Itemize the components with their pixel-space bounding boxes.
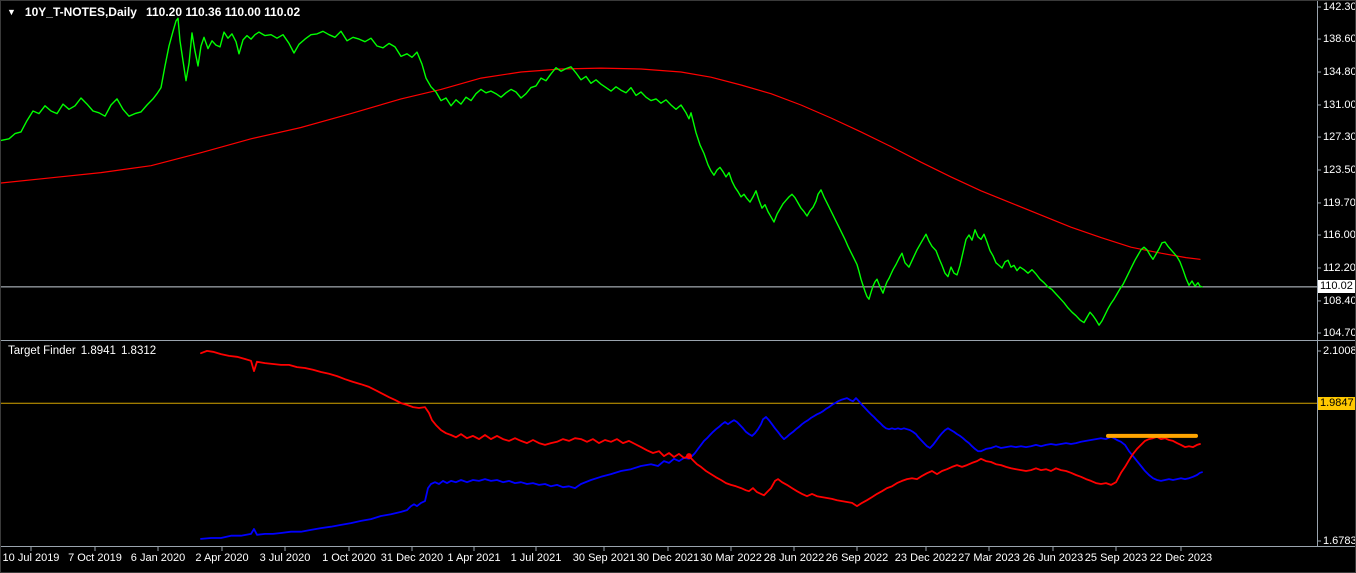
main-price-axis-label: 116.00	[1323, 229, 1356, 242]
date-axis-label: 1 Jul 2021	[510, 552, 562, 564]
date-axis-label: 10 Jul 2019	[2, 552, 60, 564]
main-price-axis-label: 134.80	[1323, 66, 1356, 79]
triangle-down-icon: ▼	[7, 7, 16, 17]
current-price-tag: 110.02	[1318, 280, 1355, 294]
ohlc-values: 110.20 110.36 110.00 110.02	[145, 5, 301, 19]
chart-window: ▼ 10Y_T-NOTES,Daily 110.20 110.36 110.00…	[0, 0, 1356, 573]
main-price-axis-label: 112.20	[1323, 261, 1356, 274]
main-price-axis-label: 104.70	[1323, 327, 1356, 339]
date-axis-label: 7 Oct 2019	[68, 552, 122, 564]
main-price-axis-label: 142.30	[1323, 1, 1356, 13]
symbol-period-label: 10Y_T-NOTES,Daily	[24, 5, 137, 19]
date-axis-label: 3 Jul 2020	[259, 552, 311, 564]
main-price-axis-label: 123.50	[1323, 164, 1356, 176]
date-axis-label: 30 Sep 2021	[572, 552, 636, 564]
indicator-value-red: 1.8941	[80, 345, 116, 357]
date-axis-label: 26 Jun 2023	[1022, 552, 1084, 564]
indicator-name: Target Finder	[8, 345, 76, 357]
date-axis-label: 22 Dec 2023	[1149, 552, 1213, 564]
main-price-axis-label: 131.00	[1323, 98, 1356, 111]
level-price-tag: 1.9847	[1318, 396, 1355, 410]
indicator-title: Target Finder 1.8941 1.8312	[8, 345, 156, 357]
main-price-axis-label: 108.40	[1323, 294, 1356, 307]
date-axis-label: 23 Dec 2022	[894, 552, 958, 564]
date-axis-label: 30 Dec 2021	[636, 552, 700, 564]
chart-title: ▼ 10Y_T-NOTES,Daily 110.20 110.36 110.00…	[7, 5, 300, 19]
chart-canvas[interactable]	[1, 1, 1356, 573]
date-axis-label: 26 Sep 2022	[825, 552, 889, 564]
main-price-axis-label: 127.30	[1323, 131, 1356, 144]
date-axis-label: 1 Oct 2020	[322, 552, 376, 564]
date-axis-label: 27 Mar 2023	[958, 552, 1020, 564]
date-axis-label: 25 Sep 2023	[1084, 552, 1148, 564]
indicator-value-blue: 1.8312	[120, 345, 157, 357]
main-price-axis-label: 119.70	[1323, 196, 1356, 209]
indicator-price-axis-label: 1.6783	[1323, 535, 1356, 547]
main-price-axis-label: 138.60	[1323, 33, 1356, 46]
date-axis-label: 30 Mar 2022	[700, 552, 762, 564]
date-axis-label: 2 Apr 2020	[195, 552, 249, 564]
date-axis-label: 6 Jan 2020	[130, 552, 186, 564]
date-axis-label: 28 Jun 2022	[763, 552, 825, 564]
indicator-price-axis-label: 2.1008	[1323, 345, 1356, 357]
